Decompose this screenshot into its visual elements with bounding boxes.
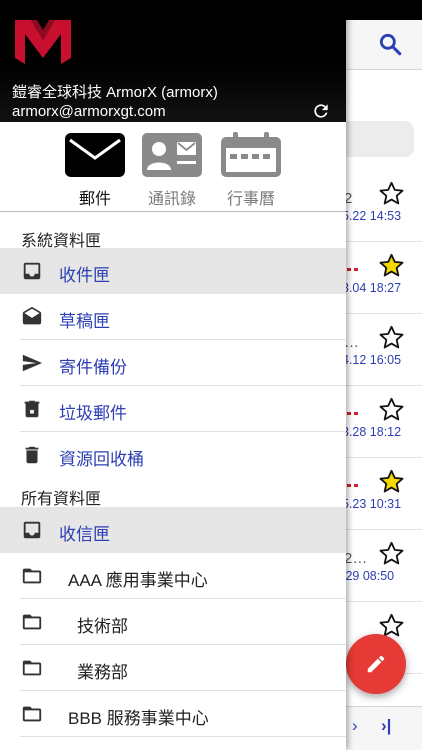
unread-marker [354,268,358,271]
mail-snippet: … [344,334,359,351]
mail-date: 5.23 10:31 [342,497,402,511]
star-icon[interactable] [378,180,405,207]
mail-icon [65,133,125,177]
mail-date: .29 08:50 [342,569,395,583]
compose-button[interactable] [346,634,406,694]
folder-icon [22,706,42,722]
armorx-logo [15,20,71,64]
folder-sent[interactable]: 寄件備份 [0,340,346,386]
folder-trash[interactable]: 資源回收桶 [0,432,346,478]
inbox-icon [23,521,41,539]
folder-icon [22,614,42,630]
divider [20,736,346,737]
drafts-icon [22,306,42,325]
last-page-button[interactable]: ›| [381,716,391,736]
search-icon[interactable] [377,31,403,57]
unread-marker [347,484,351,487]
star-icon[interactable] [378,468,405,495]
folder-label: 草稿匣 [59,312,110,331]
folder-drafts[interactable]: 草稿匣 [0,294,346,340]
folder-label: 業務部 [77,663,128,682]
module-mail-label: 郵件 [78,191,111,208]
folder-label: 資源回收桶 [59,450,144,469]
module-contacts[interactable]: 通訊錄 [137,132,207,208]
mail-date: 5.22 14:53 [342,209,402,223]
mail-snippet: 2… [344,550,368,567]
module-contacts-label: 通訊錄 [147,191,196,208]
folder-label: 技術部 [77,617,128,636]
folder-spam[interactable]: 垃圾郵件 [0,386,346,432]
folder-aaa-center[interactable]: AAA 應用事業中心 [0,553,346,599]
folder-receive[interactable]: 收信匣 [0,507,346,553]
mail-date: 4.12 16:05 [342,353,402,367]
folder-label: 收件匣 [59,266,110,285]
folder-label: 收信匣 [59,525,110,544]
next-page-button[interactable]: › [352,716,358,736]
folder-label: AAA 應用事業中心 [68,571,208,590]
trash-icon [25,446,39,464]
refresh-icon[interactable] [311,101,331,121]
folder-label: 寄件備份 [59,358,127,377]
module-calendar[interactable]: 行事曆 [216,132,286,208]
account-name: 鎧睿全球科技 ArmorX (armorx) [12,84,218,101]
navigation-drawer: 鎧睿全球科技 ArmorX (armorx) armorx@armorxgt.c… [0,0,346,750]
folder-label: BBB 服務事業中心 [68,709,209,728]
star-icon[interactable] [378,252,405,279]
module-calendar-label: 行事曆 [226,191,275,208]
star-icon[interactable] [378,540,405,567]
folder-bbb-center[interactable]: BBB 服務事業中心 [0,691,346,737]
unread-marker [354,412,358,415]
contacts-icon [142,133,202,177]
star-icon[interactable] [378,396,405,423]
folder-label: 垃圾郵件 [59,404,127,423]
all-folders-title: 所有資料匣 [21,491,102,508]
folder-sales-dept[interactable]: 業務部 [0,645,346,691]
folder-tech-dept[interactable]: 技術部 [0,599,346,645]
unread-marker [354,484,358,487]
calendar-icon [221,132,281,177]
folder-inbox[interactable]: 收件匣 [0,248,346,294]
account-header: 鎧睿全球科技 ArmorX (armorx) armorx@armorxgt.c… [0,0,346,122]
folder-icon [22,660,42,676]
module-mail[interactable]: 郵件 [60,132,130,208]
star-icon[interactable] [378,324,405,351]
inbox-icon [23,262,41,280]
send-icon [22,354,43,372]
module-switcher: 郵件 通訊錄 行事曆 [0,122,346,212]
mail-date: 3.04 18:27 [342,281,402,295]
spam-trash-icon [24,400,40,418]
unread-marker [347,268,351,271]
account-email: armorx@armorxgt.com [12,103,166,120]
unread-marker [347,412,351,415]
mail-date: 3.28 18:12 [342,425,402,439]
folder-icon [22,568,42,584]
pencil-icon [367,655,385,673]
